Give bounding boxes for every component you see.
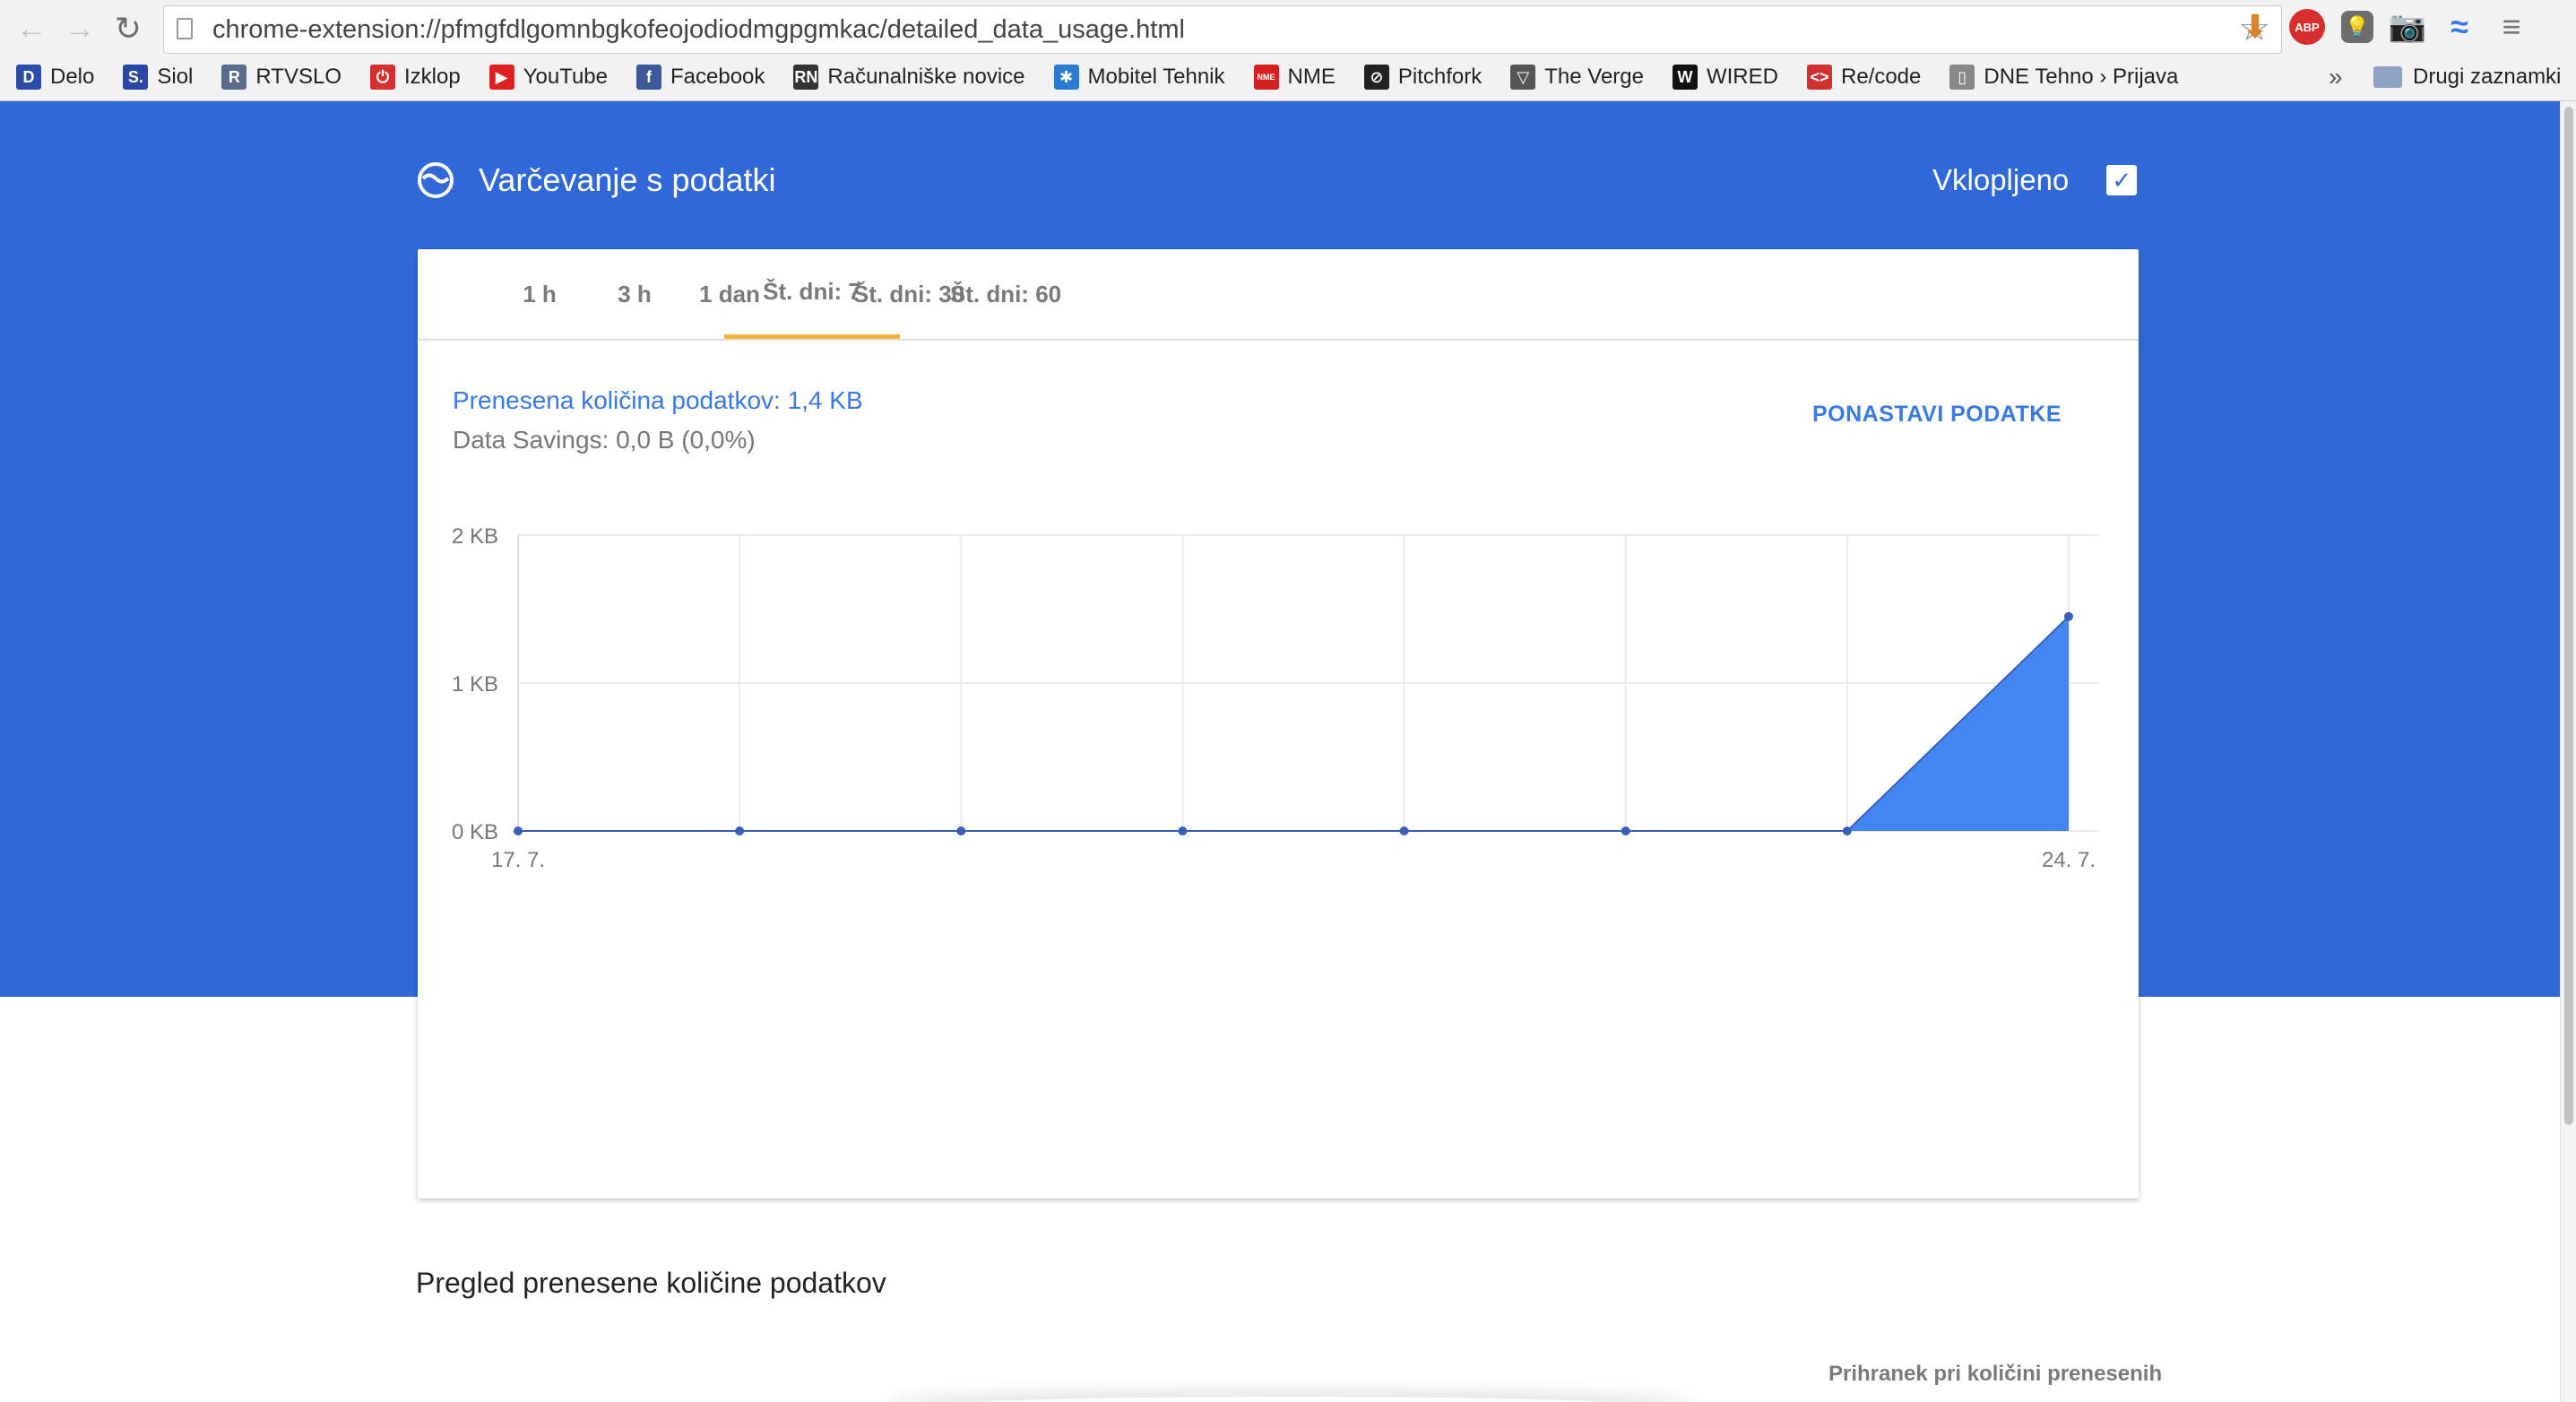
bookmarks-overflow-button[interactable]: » bbox=[2329, 63, 2343, 91]
bookmark-item[interactable]: ▯ DNE Tehno › Prijava bbox=[1949, 65, 2178, 90]
bookmark-label: Re/code bbox=[1840, 65, 1922, 89]
enable-toggle[interactable]: Vklopljeno ✓ bbox=[1932, 153, 2138, 207]
download-icon[interactable]: ⬇ bbox=[2237, 7, 2273, 47]
adblock-icon[interactable]: ABP bbox=[2289, 9, 2325, 45]
time-range-tabs: 1 h3 h1 dan Št. dni: 7 Št. dni: 30 Št. dni:… bbox=[418, 249, 2139, 341]
bookmark-icon: W bbox=[1672, 65, 1698, 90]
bookmark-icon: S. bbox=[123, 65, 149, 90]
bulb-icon[interactable]: 💡 bbox=[2341, 11, 2373, 43]
bookmark-label: DNE Tehno › Prijava bbox=[1984, 65, 2179, 89]
data-point bbox=[956, 826, 966, 835]
x-tick-label: 24. 7. bbox=[2042, 848, 2096, 872]
usage-chart: 0 KB 1 KB 2 KB 17. 7. 24. 7. bbox=[418, 482, 2139, 966]
bookmark-label: Siol bbox=[157, 65, 194, 89]
data-point bbox=[514, 826, 523, 835]
bookmark-label: The Verge bbox=[1544, 65, 1644, 89]
bookmark-item[interactable]: R RTVSLO bbox=[221, 65, 341, 90]
bookmarks-bar: D Delo S. Siol R RTVSLO ⏻ Izklop ▶ YouTube f Facebo… bbox=[0, 57, 2576, 97]
menu-icon[interactable]: ≡ bbox=[2494, 7, 2529, 47]
address-bar[interactable]: chrome-extension://pfmgfdlgomnbgkofeojod… bbox=[163, 5, 2282, 54]
data-point bbox=[1842, 826, 1852, 835]
bookmark-icon: NME bbox=[1253, 65, 1279, 90]
series-line bbox=[518, 616, 2070, 832]
reset-data-button[interactable]: PONASTAVI PODATKE bbox=[1812, 402, 2062, 428]
usage-chart-svg: 0 KB 1 KB 2 KB 17. 7. 24. 7. bbox=[452, 524, 2099, 872]
area-fill bbox=[518, 616, 2069, 831]
data-point bbox=[2064, 611, 2073, 621]
bookmark-icon: RN bbox=[793, 65, 819, 90]
scroll-thumb[interactable] bbox=[2564, 107, 2573, 1125]
browser-toolbar: ← → ↻ chrome-extension://pfmgfdlgomnbgko… bbox=[0, 0, 2576, 101]
bookmark-label: Facebook bbox=[670, 65, 765, 89]
folder-icon bbox=[2373, 66, 2402, 88]
bookmark-label: RTVSLO bbox=[255, 65, 341, 89]
bookmark-item[interactable]: <> Re/code bbox=[1806, 65, 1922, 90]
bookmark-label: Pitchfork bbox=[1397, 65, 1482, 89]
y-tick-label: 0 KB bbox=[452, 820, 498, 844]
bookmark-item[interactable]: ⏻ Izklop bbox=[369, 65, 461, 90]
bookmark-label: YouTube bbox=[523, 65, 608, 89]
page-content: Varčevanje s podatki Vklopljeno ✓ 1 h3 h… bbox=[0, 101, 2560, 1402]
app-header: Varčevanje s podatki bbox=[416, 153, 776, 207]
bookmark-icon: ⊘ bbox=[1363, 65, 1389, 90]
forward-icon[interactable]: → bbox=[61, 10, 99, 48]
adblock-label: ABP bbox=[2295, 20, 2320, 34]
bookmark-icon: ▯ bbox=[1949, 65, 1975, 90]
bookmark-label: Izklop bbox=[403, 65, 461, 89]
navigation-buttons: ← → ↻ bbox=[13, 9, 147, 48]
bookmark-icon: ▽ bbox=[1510, 65, 1536, 90]
bookmark-icon: ✱ bbox=[1053, 65, 1079, 90]
bookmark-label: WIRED bbox=[1706, 65, 1778, 89]
bookmark-item[interactable]: W WIRED bbox=[1672, 65, 1778, 90]
extension-icons: ⬇ ABP 💡 📷 ≈ ≡ bbox=[2237, 7, 2529, 47]
bookmark-item[interactable]: ▽ The Verge bbox=[1510, 65, 1644, 90]
data-savings-label: Data Savings: 0,0 B (0,0%) bbox=[453, 426, 756, 454]
total-data-label: Prenesena količina podatkov: 1,4 KB bbox=[453, 386, 863, 414]
dropdown-shadow bbox=[887, 1397, 1694, 1402]
data-point bbox=[1621, 826, 1630, 835]
bookmark-item[interactable]: ✱ Mobitel Tehnik bbox=[1053, 65, 1225, 90]
bookmark-item[interactable]: RN Računalniške novice bbox=[793, 65, 1025, 90]
bookmark-icon: ⏻ bbox=[369, 65, 395, 90]
data-usage-card: 1 h3 h1 dan Št. dni: 7 Št. dni: 30 Št. dni:… bbox=[418, 249, 2139, 1199]
bookmark-item[interactable]: ▶ YouTube bbox=[488, 65, 608, 90]
page-title: Varčevanje s podatki bbox=[479, 161, 776, 198]
table-header-hint: Prihranek pri količini prenesenih bbox=[1828, 1362, 2163, 1386]
enable-checkbox[interactable]: ✓ bbox=[2106, 165, 2138, 195]
data-point bbox=[1399, 826, 1409, 835]
bookmark-icon: D bbox=[16, 65, 41, 90]
data-saver-icon[interactable]: ≈ bbox=[2442, 7, 2477, 47]
bookmark-label: Računalniške novice bbox=[827, 65, 1025, 89]
data-saver-logo-icon bbox=[416, 160, 455, 200]
y-tick-label: 1 KB bbox=[452, 672, 498, 697]
enable-toggle-label: Vklopljeno bbox=[1932, 163, 2070, 196]
x-tick-label: 17. 7. bbox=[491, 848, 545, 872]
other-bookmarks-label: Drugi zaznamki bbox=[2413, 65, 2562, 89]
url-text[interactable]: chrome-extension://pfmgfdlgomnbgkofeojod… bbox=[212, 13, 1185, 46]
bookmark-icon: f bbox=[636, 65, 661, 90]
bookmark-item[interactable]: f Facebook bbox=[636, 65, 765, 90]
bookmark-item[interactable]: D Delo bbox=[16, 65, 94, 90]
camera-icon[interactable]: 📷 bbox=[2389, 7, 2426, 47]
reload-icon[interactable]: ↻ bbox=[109, 10, 147, 48]
section-title: Pregled prenesene količine podatkov bbox=[416, 1267, 886, 1299]
data-point bbox=[735, 826, 745, 835]
page-icon bbox=[177, 18, 193, 39]
bookmark-icon: <> bbox=[1806, 65, 1832, 90]
page-scrollbar[interactable] bbox=[2560, 101, 2576, 1402]
other-bookmarks-folder[interactable]: Drugi zaznamki bbox=[2373, 57, 2561, 97]
bookmark-item[interactable]: S. Siol bbox=[123, 65, 193, 90]
bookmark-icon: ▶ bbox=[488, 65, 514, 90]
bookmark-item[interactable]: ⊘ Pitchfork bbox=[1363, 65, 1482, 90]
y-tick-label: 2 KB bbox=[452, 524, 498, 549]
bookmark-label: Mobitel Tehnik bbox=[1087, 65, 1225, 89]
tab-5[interactable]: Št. dni: 60 bbox=[918, 249, 1094, 339]
bookmark-label: Delo bbox=[50, 65, 95, 89]
back-icon[interactable]: ← bbox=[13, 10, 50, 48]
bookmark-label: NME bbox=[1287, 65, 1336, 89]
data-point bbox=[1178, 826, 1188, 835]
bookmark-icon: R bbox=[221, 65, 247, 90]
bookmark-item[interactable]: NME NME bbox=[1253, 65, 1336, 90]
